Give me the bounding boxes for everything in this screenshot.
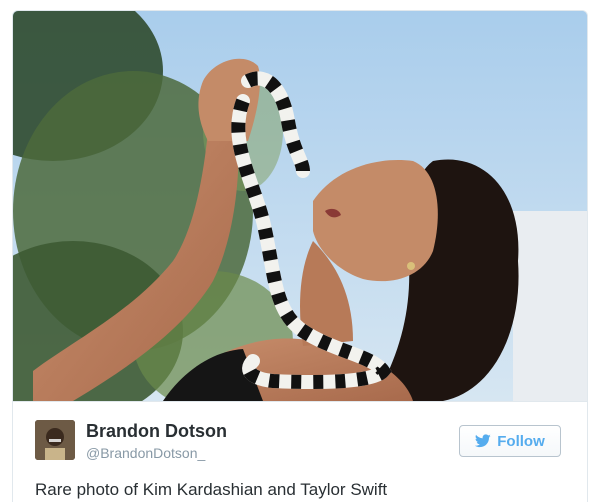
author-display-name[interactable]: Brandon Dotson <box>86 421 227 442</box>
follow-button[interactable]: Follow <box>459 425 561 457</box>
author-handle[interactable]: @BrandonDotson_ <box>86 445 205 461</box>
tweet-card: Brandon Dotson @BrandonDotson_ Follow Ra… <box>12 10 588 502</box>
tweet-text: Rare photo of Kim Kardashian and Taylor … <box>35 480 388 499</box>
tweet-footer: Brandon Dotson @BrandonDotson_ Follow Ra… <box>13 401 587 502</box>
avatar[interactable] <box>35 420 75 460</box>
follow-label: Follow <box>497 432 545 450</box>
twitter-bird-icon <box>475 434 491 448</box>
tweet-photo[interactable] <box>13 11 587 401</box>
